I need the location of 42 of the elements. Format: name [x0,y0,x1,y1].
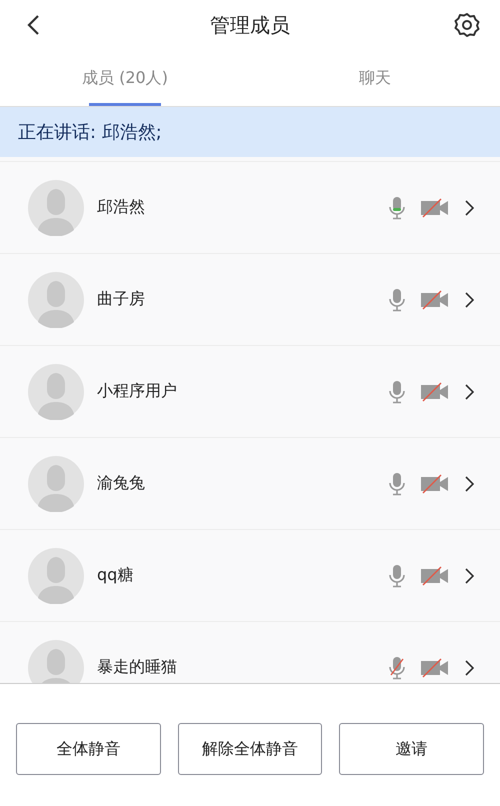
action-button[interactable]: 全体静音 [16,723,161,775]
microphone-icon [388,196,406,220]
member-name: 邱浩然 [97,197,146,218]
camera-off-icon [420,566,450,586]
camera-off-icon [420,290,450,310]
avatar-icon [28,364,84,420]
camera-off-icon [420,382,450,402]
tab[interactable]: 聊天 [250,50,500,106]
camera-off-icon [420,198,450,218]
member-row[interactable]: 邱浩然 [0,161,500,253]
avatar-icon [28,272,84,328]
tab[interactable]: 成员 (20人) [0,50,250,106]
muted-microphone-icon [388,656,406,680]
chevron-right-icon[interactable] [464,658,474,676]
member-name: 渝兔兔 [97,473,146,494]
chevron-right-icon[interactable] [464,566,474,584]
avatar-icon [28,548,84,604]
member-name: 小程序用户 [97,381,178,402]
member-row[interactable]: 渝兔兔 [0,437,500,529]
chevron-right-icon[interactable] [464,474,474,492]
speaking-banner: 正在讲话: 邱浩然; [0,107,500,157]
chevron-right-icon[interactable] [464,382,474,400]
avatar-icon [28,180,84,236]
member-name: qq糖 [97,565,134,586]
microphone-icon [388,380,406,404]
member-row[interactable]: 小程序用户 [0,345,500,437]
camera-off-icon [420,474,450,494]
member-row[interactable]: qq糖 [0,529,500,621]
chevron-right-icon[interactable] [464,198,474,216]
microphone-icon [388,564,406,588]
chevron-right-icon[interactable] [464,290,474,308]
camera-off-icon [420,658,450,678]
microphone-icon [388,288,406,312]
action-button[interactable]: 邀请 [339,723,484,775]
member-row[interactable]: 曲子房 [0,253,500,345]
back-icon[interactable] [26,14,40,36]
avatar-icon [28,456,84,512]
microphone-icon [388,472,406,496]
page-title: 管理成员 [210,12,290,38]
action-button[interactable]: 解除全体静音 [178,723,322,775]
member-name: 曲子房 [97,289,146,310]
member-name: 暴走的睡猫 [97,657,178,678]
